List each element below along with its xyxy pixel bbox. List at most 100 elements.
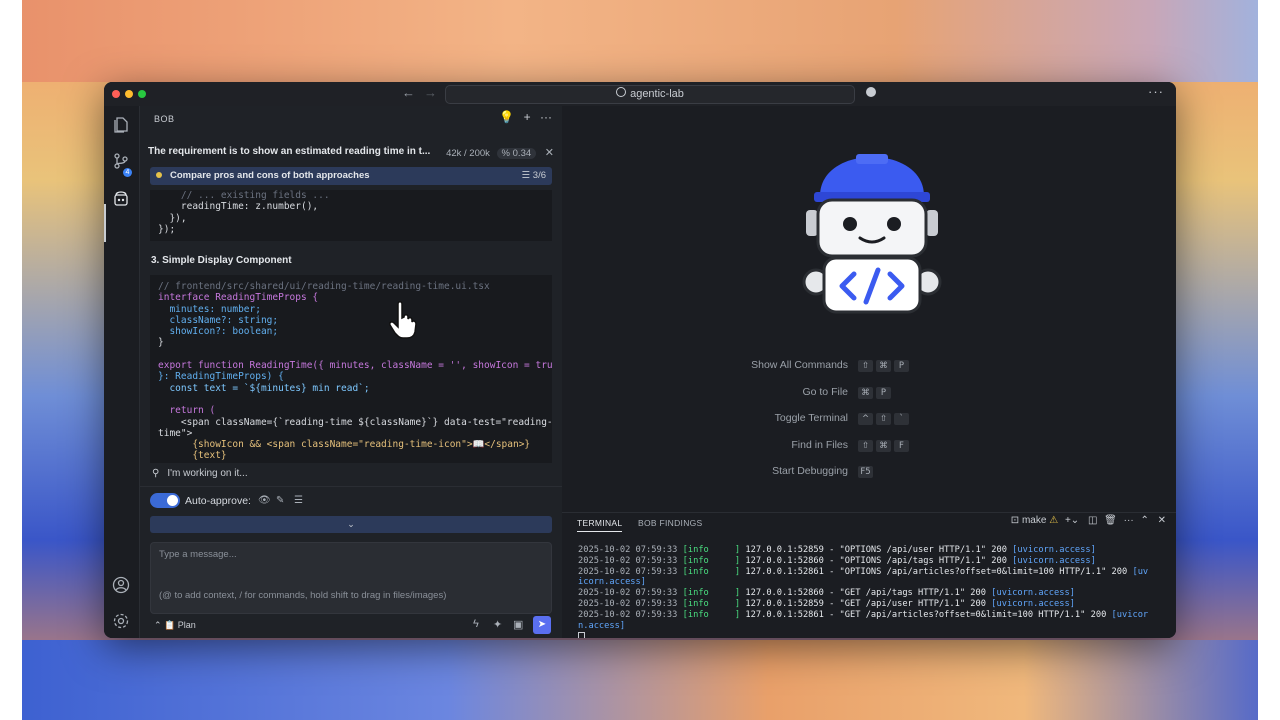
current-step-bar[interactable]: Compare pros and cons of both approaches… [150, 167, 552, 185]
code-line: return ( [158, 405, 216, 417]
eye-icon[interactable]: 👁 [258, 495, 271, 506]
terminal-time: 2025-10-02 07:59:33 [578, 555, 678, 566]
shortcut-row[interactable]: Toggle Terminal ^ ⇧ ` [722, 412, 952, 426]
terminal-line: 2025-10-02 07:59:33 [info ] 127.0.0.1:52… [578, 567, 1166, 578]
lightbulb-icon[interactable]: 💡 [499, 110, 514, 124]
code-line: }: ReadingTimeProps) { [158, 371, 284, 383]
code-line: time"> [158, 427, 193, 439]
settings-gear-icon[interactable] [112, 612, 130, 630]
mode-selector[interactable]: ⌃ 📋 Plan [150, 618, 200, 633]
cost-value: 0.34 [512, 148, 532, 159]
terminal-level: [info ] [682, 598, 741, 609]
input-placeholder: Type a message... [159, 549, 237, 560]
shortcut-row[interactable]: Show All Commands ⇧ ⌘ P [722, 359, 952, 373]
frame-left [0, 0, 22, 720]
maximize-window-button[interactable] [138, 90, 146, 98]
code-line: }), [158, 212, 187, 224]
terminal-src: [uvicorn.access] [991, 588, 1075, 599]
chevron-up-icon: ⌃ [154, 620, 162, 630]
cost-pill: % 0.34 [496, 148, 537, 159]
lightning-icon[interactable]: ϟ [473, 618, 479, 630]
step-label: Compare pros and cons of both approaches [170, 170, 370, 181]
task-title: The requirement is to show an estimated … [148, 146, 431, 157]
terminal-icon: ⊡ [1010, 515, 1020, 526]
command-search-bar[interactable]: agentic-lab [445, 85, 855, 104]
send-icon: ➤ [537, 619, 547, 630]
task-header[interactable]: The requirement is to show an estimated … [148, 146, 554, 159]
key-cap: ` [894, 413, 909, 425]
terminal-task-label[interactable]: make [1022, 515, 1046, 526]
close-task-icon[interactable]: ✕ [545, 147, 554, 159]
message-input[interactable]: Type a message... (@ to add context, / f… [150, 542, 552, 614]
code-line: }); [158, 223, 176, 235]
frame-right [1258, 0, 1280, 720]
account-icon[interactable] [112, 576, 130, 594]
shortcut-name: Find in Files [791, 438, 848, 451]
terminal-toolbar: ⊡ make ⚠ +⌄ ◫ 🗑 ··· ⌃ ✕ [1011, 515, 1166, 526]
close-window-button[interactable] [112, 90, 120, 98]
divider [140, 486, 562, 487]
checklist-icon[interactable]: ☰ [294, 495, 303, 506]
shortcut-row[interactable]: Start Debugging F5 [722, 465, 952, 479]
auto-approve-label: Auto-approve: [185, 495, 251, 507]
list-icon: ☰ [521, 170, 531, 181]
key-cap: ⌘ [876, 360, 891, 372]
key-cap: ⌘ [876, 439, 891, 452]
image-add-icon[interactable]: ▣ [513, 618, 523, 631]
auto-approve-toggle[interactable] [150, 493, 180, 508]
shortcut-keys: ⌘ P [858, 386, 894, 399]
terminal-output[interactable]: 2025-10-02 07:59:33 [info ] 127.0.0.1:52… [578, 545, 1166, 638]
terminal-cursor [578, 632, 585, 638]
terminal-level: [info ] [682, 588, 741, 599]
code-line: {text} [158, 450, 227, 462]
key-cap: ⇧ [858, 439, 873, 452]
terminal-line: 2025-10-02 07:59:33 [info ] 127.0.0.1:52… [578, 599, 1166, 610]
minimize-window-button[interactable] [125, 90, 133, 98]
tab-bob-findings[interactable]: BOB FINDINGS [638, 518, 703, 528]
close-panel-icon[interactable]: ✕ [1158, 515, 1166, 526]
editor-welcome: Show All Commands ⇧ ⌘ P Go to File ⌘ P Toggle T… [562, 106, 1176, 512]
title-bar: ← → agentic-lab ··· [104, 82, 1176, 107]
shortcut-name: Toggle Terminal [774, 412, 848, 424]
code-block-component: // frontend/src/shared/ui/reading-time/r… [150, 275, 552, 463]
maximize-panel-icon[interactable]: ⌃ [1140, 515, 1148, 526]
explorer-icon[interactable] [112, 116, 130, 134]
more-icon[interactable]: ··· [1148, 84, 1164, 99]
shortcut-row[interactable]: Go to File ⌘ P [722, 386, 952, 400]
pencil-icon[interactable]: ✎ [276, 495, 284, 506]
copilot-icon[interactable] [866, 87, 876, 97]
tool-icon: ⚲ [152, 468, 160, 479]
split-terminal-icon[interactable]: ◫ [1088, 515, 1097, 526]
shortcut-row[interactable]: Find in Files ⇧ ⌘ F [722, 439, 952, 453]
terminal-level: [info ] [682, 609, 741, 620]
sparkle-icon[interactable]: ✦ [493, 618, 502, 631]
shortcut-keys: ⇧ ⌘ P [858, 359, 912, 372]
send-button[interactable]: ➤ [533, 616, 551, 634]
bob-robot-icon[interactable] [112, 190, 130, 208]
terminal-level: [info ] [682, 545, 741, 555]
new-chat-icon[interactable]: + [524, 110, 531, 124]
new-terminal-icon[interactable]: +⌄ [1065, 515, 1079, 526]
terminal-panel: TERMINAL BOB FINDINGS ⊡ make ⚠ +⌄ ◫ 🗑 ··… [562, 512, 1176, 638]
back-arrow-icon[interactable]: ← [402, 85, 415, 100]
status-text: I'm working on it... [167, 468, 248, 479]
search-icon [616, 87, 627, 97]
shortcut-name: Show All Commands [751, 359, 848, 371]
terminal-time: 2025-10-02 07:59:33 [578, 609, 678, 620]
trash-icon[interactable]: 🗑 [1104, 515, 1117, 526]
terminal-msg: 127.0.0.1:52860 - "GET /api/tags HTTP/1.… [745, 588, 987, 599]
hand-cursor-icon [389, 301, 417, 339]
code-line: // frontend/src/shared/ui/reading-time/r… [158, 281, 490, 292]
expand-toggle[interactable]: ⌄ [150, 516, 552, 533]
more-icon[interactable]: ··· [540, 110, 552, 124]
tab-terminal[interactable]: TERMINAL [577, 518, 623, 532]
more-icon[interactable]: ··· [1124, 515, 1134, 526]
code-line: {showIcon && <span className="reading-ti… [158, 439, 531, 451]
terminal-src: [uvicorn.access] [1012, 555, 1096, 566]
code-line: readingTime: z.number(), [158, 201, 319, 213]
code-line: <span className={`reading-time ${classNa… [158, 416, 552, 428]
step-counter: ☰ 3/6 [522, 167, 546, 185]
forward-arrow-icon[interactable]: → [424, 85, 437, 100]
task-meta: 42k / 200k % 0.34 ✕ [446, 146, 554, 159]
key-cap: F [894, 439, 909, 452]
